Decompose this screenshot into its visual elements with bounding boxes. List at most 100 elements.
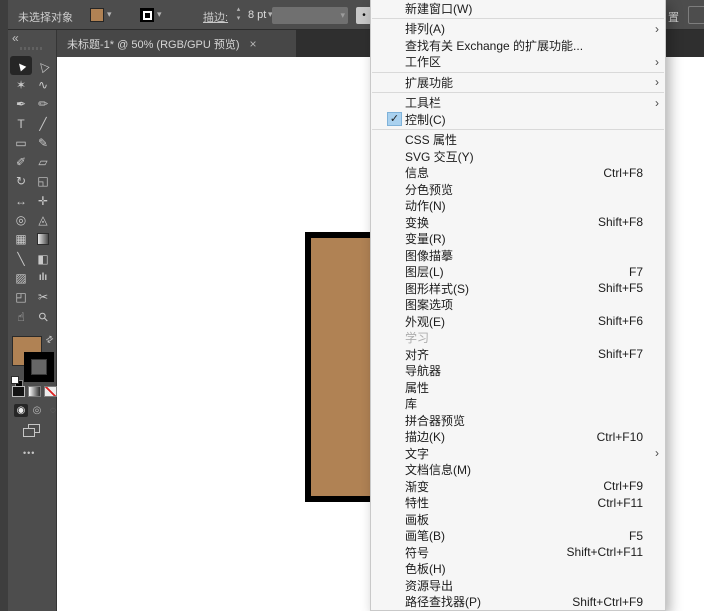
menu-item[interactable]: 图层(L) F7 [371,264,665,281]
menu-item[interactable]: 动作(N) [371,198,665,215]
preferences-button-stub[interactable] [688,6,704,24]
menu-item[interactable]: 属性 [371,379,665,396]
menu-item[interactable]: 画板 [371,511,665,528]
stroke-swatch[interactable] [24,352,54,382]
menu-item-label: 资源导出 [405,577,453,594]
menu-item[interactable]: 查找有关 Exchange 的扩展功能... [371,37,665,54]
menu-item[interactable]: 色板(H) [371,561,665,578]
menu-item[interactable]: 对齐 Shift+F7 [371,346,665,363]
gradient-button[interactable] [28,386,41,397]
menu-item[interactable]: 文字 › [371,445,665,462]
screen-mode-icon [23,428,35,437]
menu-item[interactable]: 导航器 [371,363,665,380]
panel-grip[interactable] [20,47,44,50]
menu-item[interactable]: 图案选项 [371,297,665,314]
lasso-tool[interactable]: ∿ [32,75,54,94]
menu-item[interactable]: 拼合器预览 [371,412,665,429]
width-tool[interactable]: ↔ [10,191,32,210]
menu-item[interactable]: 图形样式(S) Shift+F5 [371,280,665,297]
menu-item-shortcut: Ctrl+F8 [603,166,643,180]
zoom-tool[interactable]: ⚲ [32,307,54,326]
type-tool[interactable]: T [10,114,32,133]
stroke-color-swatch[interactable] [140,8,154,22]
direct-selection-tool[interactable]: △ [32,56,54,75]
menu-item[interactable]: ✓ 控制(C) [371,111,665,128]
shaper-tool[interactable]: ✐ [10,152,32,171]
menu-item[interactable]: 图像描摹 [371,247,665,264]
slice-tool[interactable]: ✂ [32,288,54,307]
eyedropper-tool[interactable]: ╲ [10,249,32,268]
menu-item[interactable]: 变换 Shift+F8 [371,214,665,231]
stepper-down-icon[interactable]: ▾ [237,14,241,23]
stroke-weight-value[interactable]: 8 pt [248,9,266,21]
menu-item[interactable]: 信息 Ctrl+F8 [371,165,665,182]
menu-item[interactable]: 扩展功能 › [371,74,665,91]
menu-item-label: 图案选项 [405,296,453,313]
menu-item-label: 信息 [405,164,429,181]
chevron-down-icon[interactable]: ▾ [107,9,112,20]
hand-tool[interactable]: ☝ [10,307,32,326]
menu-item[interactable]: 符号 Shift+Ctrl+F11 [371,544,665,561]
shape-builder-tool[interactable]: ◎ [10,210,32,229]
close-icon[interactable]: × [250,37,257,51]
menu-item[interactable]: 资源导出 [371,577,665,594]
mesh-tool[interactable]: ▦ [10,230,32,249]
stroke-weight-label[interactable]: 描边: [203,9,228,25]
draw-inside-button[interactable]: ◌ [46,404,60,417]
stepper-up-icon[interactable]: ▴ [237,5,241,14]
eraser-tool[interactable]: ▱ [32,152,54,171]
menu-item[interactable]: 画笔(B) F5 [371,528,665,545]
scale-tool[interactable]: ◱ [32,172,54,191]
screen-mode-button[interactable] [23,424,41,438]
stroke-weight-stepper[interactable]: ▴ ▾ [234,5,243,23]
column-graph-tool[interactable]: ılı [32,268,54,287]
menu-item[interactable]: 描边(K) Ctrl+F10 [371,429,665,446]
width-profile-dropdown[interactable]: ▾ [272,7,348,24]
document-setup-partial-label[interactable]: 置 [668,9,679,25]
document-tab[interactable]: 未标题-1* @ 50% (RGB/GPU 预览) × [57,30,296,57]
menu-item[interactable]: 特性 Ctrl+F11 [371,495,665,512]
eraser-tool-icon: ▱ [38,155,47,169]
draw-normal-button[interactable]: ◉ [14,404,28,417]
menu-item[interactable]: 变量(R) [371,231,665,248]
artboard-tool[interactable]: ◰ [10,288,32,307]
artboard-tool-icon: ◰ [15,290,26,304]
menu-item[interactable]: 工具栏 › [371,95,665,112]
menu-item[interactable]: SVG 交互(Y) [371,148,665,165]
menu-item-label: 排列(A) [405,20,445,37]
swap-fill-stroke-icon[interactable]: ⇄ [44,333,56,346]
none-button[interactable] [44,386,57,397]
menu-item[interactable]: 外观(E) Shift+F6 [371,313,665,330]
chevron-down-icon[interactable]: ▾ [157,9,162,20]
menu-item[interactable]: 库 [371,396,665,413]
draw-behind-button[interactable]: ◎ [30,404,44,417]
fill-color-swatch[interactable] [90,8,104,22]
menu-item[interactable]: 路径查找器(P) Shift+Ctrl+F9 [371,594,665,611]
paintbrush-tool[interactable]: ✎ [32,133,54,152]
rectangle-tool[interactable]: ▭ [10,133,32,152]
menu-item[interactable]: 渐变 Ctrl+F9 [371,478,665,495]
eyedropper-tool-icon: ╲ [17,252,24,266]
selection-tool[interactable]: ▲ [10,56,32,75]
menu-item-label: 符号 [405,544,429,561]
menu-item[interactable]: 文档信息(M) [371,462,665,479]
color-button[interactable] [12,386,25,397]
menu-item[interactable]: 工作区 › [371,54,665,71]
menu-item[interactable]: CSS 属性 [371,132,665,149]
rotate-tool[interactable]: ↻ [10,172,32,191]
collapse-panel-icon[interactable]: « [12,31,19,45]
menu-item[interactable]: 学习 [371,330,665,347]
pen-tool[interactable]: ✒ [10,95,32,114]
curvature-tool[interactable]: ✏ [32,95,54,114]
menu-item[interactable]: 分色预览 [371,181,665,198]
edit-toolbar-button[interactable]: ••• [23,448,35,458]
perspective-grid-tool[interactable]: ◬ [32,210,54,229]
line-segment-tool[interactable]: ╱ [32,114,54,133]
magic-wand-tool[interactable]: ✶ [10,75,32,94]
gradient-tool[interactable] [32,230,54,249]
symbol-sprayer-tool[interactable]: ▨ [10,268,32,287]
menu-item[interactable]: 排列(A) › [371,21,665,38]
puppet-warp-tool[interactable]: ✛ [32,191,54,210]
blend-tool[interactable]: ◧ [32,249,54,268]
menu-item[interactable]: 新建窗口(W) [371,0,665,17]
